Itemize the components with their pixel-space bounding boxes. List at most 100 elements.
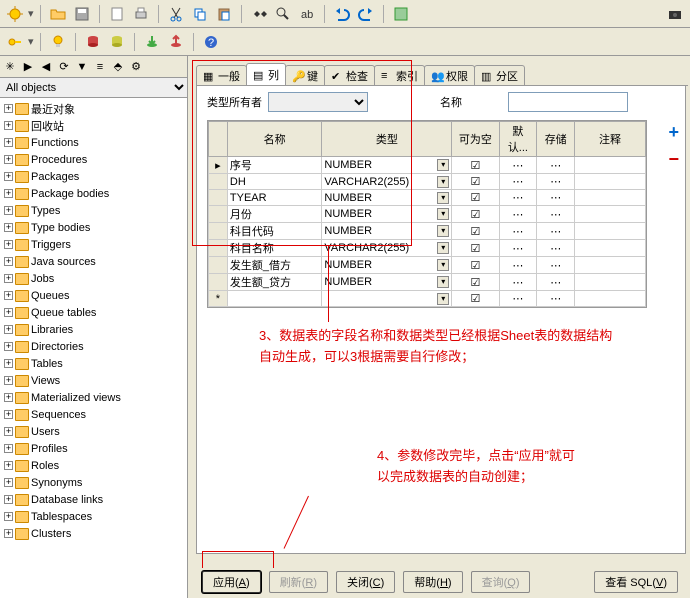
tree-item[interactable]: +Triggers <box>0 236 187 253</box>
apply-button[interactable]: 应用(A) <box>202 571 261 593</box>
tree-item[interactable]: +Types <box>0 202 187 219</box>
paste-icon[interactable] <box>213 3 235 25</box>
owner-select[interactable] <box>268 92 368 112</box>
help-button[interactable]: 帮助(H) <box>403 571 462 593</box>
expand-icon[interactable]: + <box>4 206 13 215</box>
find-icon[interactable] <box>248 3 270 25</box>
cut-icon[interactable] <box>165 3 187 25</box>
find-next-icon[interactable] <box>272 3 294 25</box>
copy-icon[interactable] <box>189 3 211 25</box>
tree-item[interactable]: +回收站 <box>0 117 187 134</box>
new-icon[interactable] <box>106 3 128 25</box>
tree-item[interactable]: +Tables <box>0 355 187 372</box>
execute-icon[interactable] <box>390 3 412 25</box>
bulb-icon[interactable] <box>47 31 69 53</box>
tree-item[interactable]: +Java sources <box>0 253 187 270</box>
tab-列[interactable]: ▤列 <box>246 63 286 85</box>
object-tree[interactable]: +最近对象+回收站+Functions+Procedures+Packages+… <box>0 98 187 598</box>
cylinder-red-icon[interactable] <box>82 31 104 53</box>
expand-icon[interactable]: + <box>4 461 13 470</box>
query-button[interactable]: 查询(Q) <box>471 571 531 593</box>
expand-icon[interactable]: + <box>4 138 13 147</box>
expand-icon[interactable]: + <box>4 291 13 300</box>
help-icon[interactable]: ? <box>200 31 222 53</box>
new-session-icon[interactable] <box>4 3 26 25</box>
refresh-button[interactable]: 刷新(R) <box>269 571 328 593</box>
tree-item[interactable]: +Libraries <box>0 321 187 338</box>
sidebar-pin-icon[interactable]: ⬘ <box>110 59 126 75</box>
tree-item[interactable]: +Database links <box>0 491 187 508</box>
expand-icon[interactable]: + <box>4 495 13 504</box>
tab-索引[interactable]: ≡索引 <box>374 65 425 85</box>
rollback-icon[interactable] <box>165 31 187 53</box>
expand-icon[interactable]: + <box>4 393 13 402</box>
save-icon[interactable] <box>71 3 93 25</box>
expand-icon[interactable]: + <box>4 427 13 436</box>
object-filter-select[interactable]: All objects <box>0 78 187 97</box>
expand-icon[interactable]: + <box>4 376 13 385</box>
tree-item[interactable]: +最近对象 <box>0 100 187 117</box>
tab-键[interactable]: 🔑键 <box>285 65 325 85</box>
tree-item[interactable]: +Users <box>0 423 187 440</box>
tree-item[interactable]: +Queue tables <box>0 304 187 321</box>
tree-item[interactable]: +Packages <box>0 168 187 185</box>
object-filter[interactable]: All objects <box>0 78 187 98</box>
tree-item[interactable]: +Profiles <box>0 440 187 457</box>
commit-icon[interactable] <box>141 31 163 53</box>
view-sql-button[interactable]: 查看 SQL(V) <box>594 571 678 593</box>
close-button[interactable]: 关闭(C) <box>336 571 395 593</box>
expand-icon[interactable]: + <box>4 155 13 164</box>
tree-item[interactable]: +Sequences <box>0 406 187 423</box>
sidebar-reload-icon[interactable]: ⟳ <box>56 59 72 75</box>
sidebar-filter-icon[interactable]: ▼ <box>74 59 90 75</box>
tree-item[interactable]: +Jobs <box>0 270 187 287</box>
expand-icon[interactable]: + <box>4 308 13 317</box>
expand-icon[interactable]: + <box>4 189 13 198</box>
sidebar-forward-icon[interactable]: ▶ <box>20 59 36 75</box>
expand-icon[interactable]: + <box>4 512 13 521</box>
camera-icon[interactable] <box>664 3 686 25</box>
cylinder-yellow-icon[interactable] <box>106 31 128 53</box>
open-icon[interactable] <box>47 3 69 25</box>
expand-icon[interactable]: + <box>4 223 13 232</box>
name-input[interactable] <box>508 92 628 112</box>
expand-icon[interactable]: + <box>4 359 13 368</box>
tree-item[interactable]: +Type bodies <box>0 219 187 236</box>
columns-grid[interactable]: 名称类型可为空默认...存储注释▸序号NUMBER▾☑⋯⋯DHVARCHAR2(… <box>207 120 647 308</box>
tab-分区[interactable]: ▥分区 <box>474 65 525 85</box>
replace-icon[interactable]: ab <box>296 3 318 25</box>
tree-item[interactable]: +Synonyms <box>0 474 187 491</box>
tree-item[interactable]: +Procedures <box>0 151 187 168</box>
tab-一般[interactable]: ▦一般 <box>196 65 247 85</box>
expand-icon[interactable]: + <box>4 444 13 453</box>
expand-icon[interactable]: + <box>4 410 13 419</box>
sidebar-tree-icon[interactable]: ≡ <box>92 59 108 75</box>
tree-item[interactable]: +Directories <box>0 338 187 355</box>
expand-icon[interactable]: + <box>4 274 13 283</box>
tab-检查[interactable]: ✔检查 <box>324 65 375 85</box>
tab-权限[interactable]: 👥权限 <box>424 65 475 85</box>
expand-icon[interactable]: + <box>4 172 13 181</box>
add-row-button[interactable]: + <box>668 122 679 143</box>
tree-item[interactable]: +Roles <box>0 457 187 474</box>
expand-icon[interactable]: + <box>4 257 13 266</box>
redo-icon[interactable] <box>355 3 377 25</box>
tree-item[interactable]: +Clusters <box>0 525 187 542</box>
sidebar-back-icon[interactable]: ◀ <box>38 59 54 75</box>
sidebar-config-icon[interactable]: ⚙ <box>128 59 144 75</box>
tree-item[interactable]: +Materialized views <box>0 389 187 406</box>
expand-icon[interactable]: + <box>4 342 13 351</box>
remove-row-button[interactable]: − <box>668 149 679 170</box>
expand-icon[interactable]: + <box>4 121 13 130</box>
tree-item[interactable]: +Package bodies <box>0 185 187 202</box>
key-icon[interactable] <box>4 31 26 53</box>
expand-icon[interactable]: + <box>4 478 13 487</box>
tree-item[interactable]: +Tablespaces <box>0 508 187 525</box>
undo-icon[interactable] <box>331 3 353 25</box>
sidebar-refresh-icon[interactable]: ✳ <box>2 59 18 75</box>
tree-item[interactable]: +Views <box>0 372 187 389</box>
expand-icon[interactable]: + <box>4 529 13 538</box>
expand-icon[interactable]: + <box>4 325 13 334</box>
print-icon[interactable] <box>130 3 152 25</box>
expand-icon[interactable]: + <box>4 104 13 113</box>
